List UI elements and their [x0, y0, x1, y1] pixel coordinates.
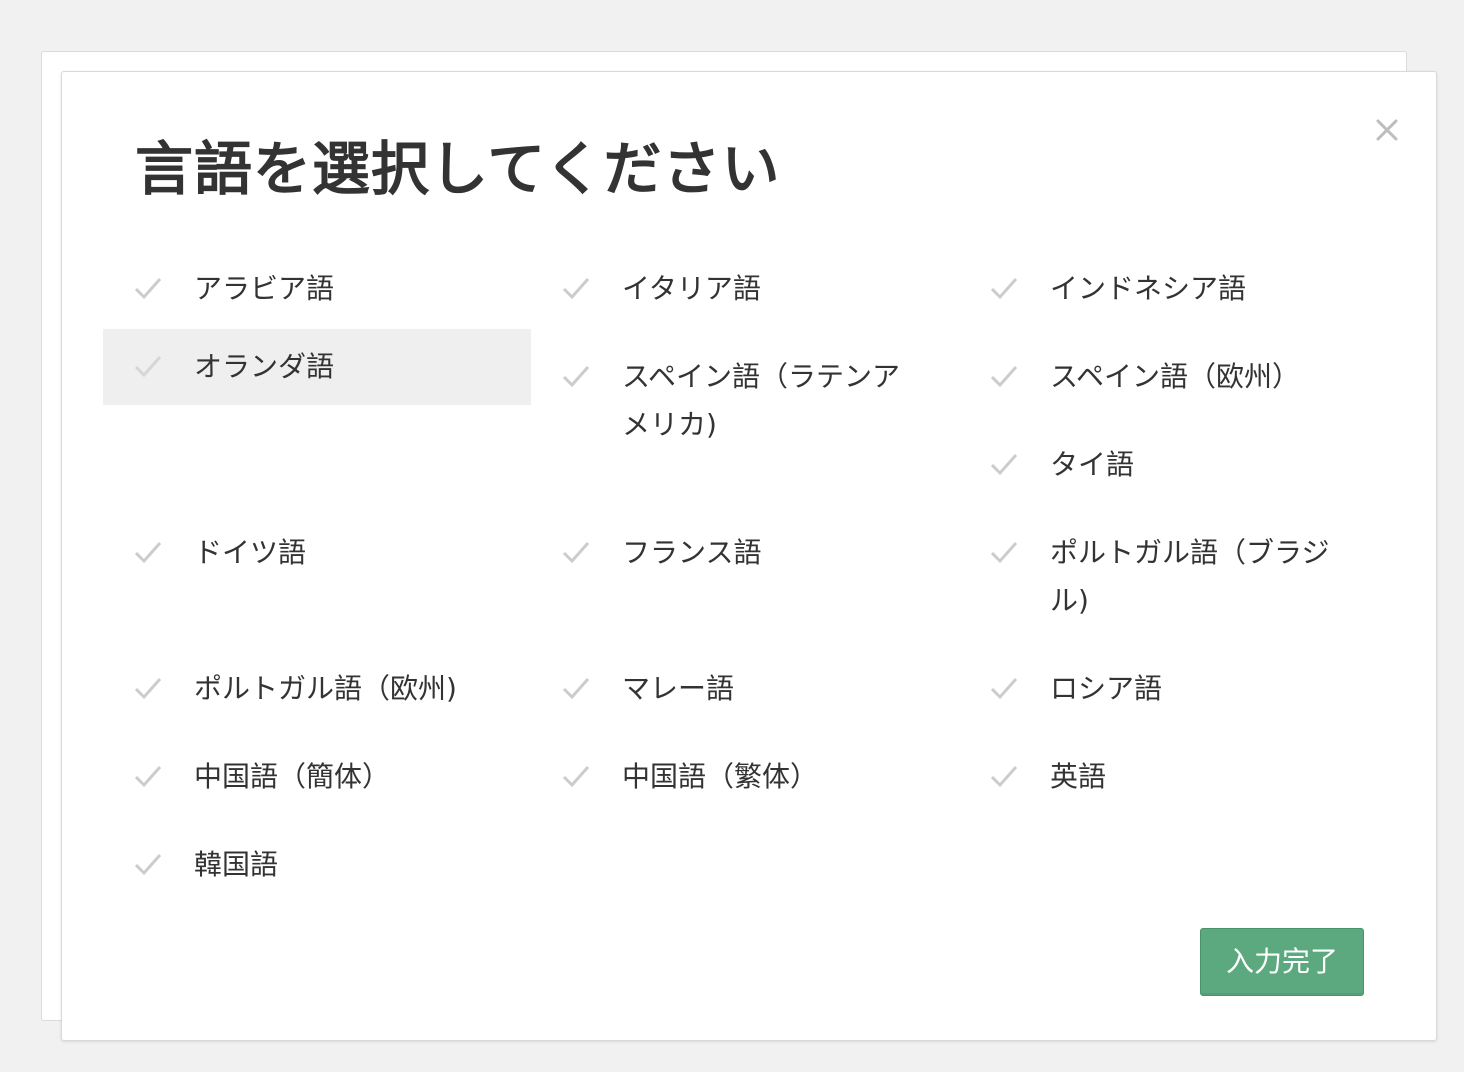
language-option-russian[interactable]: ロシア語 [959, 651, 1387, 727]
language-option-spanish-latam[interactable]: スペイン語（ラテンアメリカ) [531, 339, 959, 441]
language-label: ドイツ語 [194, 536, 307, 569]
language-option-korean[interactable]: 韓国語 [103, 827, 531, 903]
check-icon [989, 676, 1019, 702]
language-label: インドネシア語 [1050, 272, 1247, 305]
language-option-portuguese-eu[interactable]: ポルトガル語（欧州) [103, 651, 531, 727]
language-option-italian[interactable]: イタリア語 [531, 251, 959, 327]
language-label: フランス語 [622, 536, 762, 569]
language-option-thai[interactable]: タイ語 [959, 427, 1387, 503]
check-icon [561, 540, 591, 566]
language-option-arabic[interactable]: アラビア語 [103, 251, 531, 327]
done-button[interactable]: 入力完了 [1200, 928, 1364, 996]
language-option-spanish-eu[interactable]: スペイン語（欧州） [959, 339, 1387, 415]
language-option-chinese-simplified[interactable]: 中国語（簡体） [103, 739, 531, 815]
check-icon [133, 764, 163, 790]
check-icon [133, 354, 163, 380]
check-icon [561, 764, 591, 790]
language-label: マレー語 [622, 672, 735, 705]
close-icon[interactable] [1375, 118, 1399, 142]
language-label: ロシア語 [1050, 672, 1163, 705]
check-icon [133, 276, 163, 302]
language-label: スペイン語（欧州） [1050, 360, 1301, 393]
check-icon [561, 276, 591, 302]
language-label: 韓国語 [194, 848, 279, 881]
language-label: 英語 [1050, 760, 1107, 793]
language-label: ポルトガル語（ブラジル) [1050, 536, 1330, 617]
check-icon [561, 676, 591, 702]
check-icon [989, 364, 1019, 390]
language-label: タイ語 [1050, 448, 1135, 481]
language-select-dialog: 言語を選択してください アラビア語 イタリア語 インドネシア語 オランダ語 スペ… [61, 71, 1437, 1041]
language-option-chinese-traditional[interactable]: 中国語（繁体） [531, 739, 959, 815]
language-option-english[interactable]: 英語 [959, 739, 1387, 815]
check-icon [989, 276, 1019, 302]
check-icon [989, 540, 1019, 566]
language-option-malay[interactable]: マレー語 [531, 651, 959, 727]
check-icon [133, 676, 163, 702]
language-label: イタリア語 [622, 272, 761, 305]
dialog-title: 言語を選択してください [135, 135, 781, 203]
language-label: オランダ語 [194, 350, 335, 383]
language-label: ポルトガル語（欧州) [194, 672, 457, 705]
language-option-portuguese-br[interactable]: ポルトガル語（ブラジル) [959, 515, 1387, 617]
language-label: 中国語（繁体） [622, 760, 819, 793]
language-option-german[interactable]: ドイツ語 [103, 515, 531, 591]
language-option-french[interactable]: フランス語 [531, 515, 959, 591]
check-icon [133, 852, 163, 878]
language-label: 中国語（簡体） [194, 760, 391, 793]
language-option-dutch[interactable]: オランダ語 [103, 329, 531, 405]
check-icon [133, 540, 163, 566]
check-icon [989, 452, 1019, 478]
check-icon [989, 764, 1019, 790]
language-label: スペイン語（ラテンアメリカ) [622, 360, 901, 441]
language-option-indonesian[interactable]: インドネシア語 [959, 251, 1387, 327]
language-label: アラビア語 [194, 272, 335, 305]
check-icon [561, 364, 591, 390]
